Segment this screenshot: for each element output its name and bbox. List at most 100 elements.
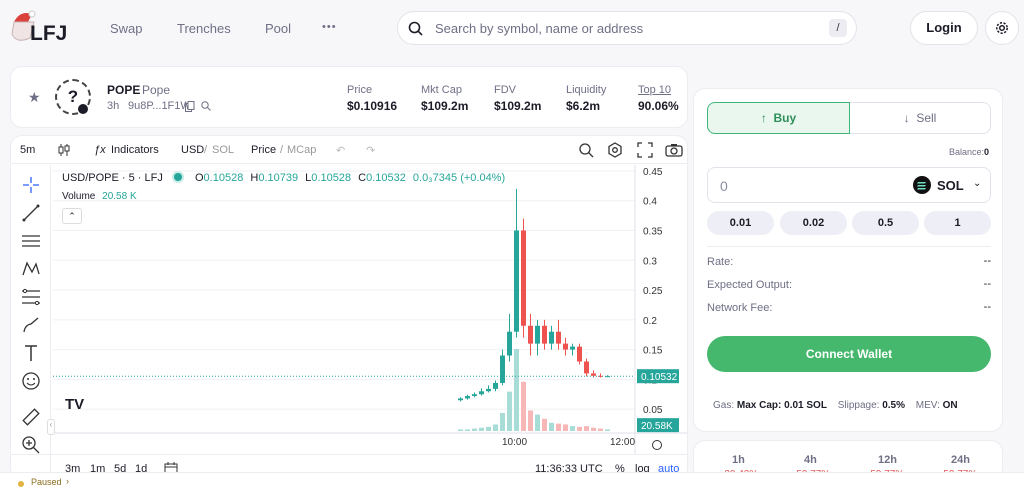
text-tool-icon[interactable] (21, 343, 41, 363)
emoji-icon[interactable] (21, 371, 41, 391)
token-address: 9u8P...1F1W (128, 100, 191, 112)
preset-1[interactable]: 1 (924, 211, 991, 235)
candlestick-chart[interactable]: 0.450.40.350.30.250.20.150.10.050.105322… (53, 165, 688, 455)
candle-body (472, 394, 477, 397)
nav-more[interactable]: ••• (322, 21, 337, 33)
volume-bar (591, 427, 596, 431)
nav-trenches[interactable]: Trenches (177, 21, 231, 36)
candle-body (458, 398, 463, 401)
favorite-star-icon[interactable]: ★ (28, 89, 41, 106)
volume-bar (584, 426, 589, 431)
fib-icon[interactable] (21, 287, 41, 307)
sell-tab[interactable]: ↓ Sell (850, 102, 991, 134)
ruler-icon[interactable] (21, 407, 41, 427)
mev-value: ON (942, 400, 958, 411)
rate-label: Rate: (707, 256, 734, 268)
tf-1h[interactable]: 1h (732, 454, 745, 466)
mode-mcap[interactable]: MCap (287, 144, 316, 156)
sell-label: Sell (916, 111, 937, 125)
search-bar[interactable]: Search by symbol, name or address / (397, 11, 857, 45)
output-label: Expected Output: (707, 279, 792, 291)
stat-label: Liquidity (566, 84, 607, 96)
candle-body (521, 230, 526, 326)
stat-liquidity: Liquidity $6.2m (566, 84, 606, 113)
stat-label[interactable]: Top 10 (638, 84, 679, 96)
volume-bar (493, 424, 498, 431)
search-shortcut: / (829, 19, 847, 37)
paused-status[interactable]: Paused (31, 477, 62, 487)
candle-body (493, 382, 498, 389)
volume-bar (605, 429, 610, 431)
brush-icon[interactable] (21, 315, 41, 335)
candles-icon[interactable] (58, 143, 70, 157)
pattern-icon[interactable] (21, 259, 41, 279)
crosshair-icon[interactable] (21, 175, 41, 195)
mode-price[interactable]: Price (251, 144, 276, 156)
zoom-in-icon[interactable] (21, 435, 41, 455)
copy-icon[interactable] (185, 101, 195, 112)
camera-icon[interactable] (665, 142, 683, 158)
volume-bar (528, 410, 533, 431)
candle-body (577, 346, 582, 362)
y-tick-label: 0.4 (643, 197, 657, 208)
trendline-icon[interactable] (21, 203, 41, 223)
volume-bar (500, 412, 505, 431)
redo-icon[interactable]: ↷ (366, 144, 375, 157)
token-select-label: SOL (937, 178, 964, 193)
candle-body (542, 325, 547, 344)
candle-body (556, 331, 561, 344)
stat-top10[interactable]: Top 10 90.06% (638, 84, 679, 113)
output-value: -- (983, 278, 991, 290)
buy-tab[interactable]: ↑ Buy (707, 102, 850, 134)
interval-select[interactable]: 5m (20, 144, 35, 156)
token-select[interactable]: SOL ⌄ (913, 176, 985, 196)
stat-price: Price $0.10916 (347, 84, 397, 113)
amount-field[interactable]: 0 SOL ⌄ (707, 167, 991, 203)
lfj-logo[interactable]: LFJ (10, 8, 82, 48)
stat-value: 90.06% (638, 99, 679, 113)
tf-12h[interactable]: 12h (878, 454, 897, 466)
preset-0-01[interactable]: 0.01 (707, 211, 774, 235)
balance-label: Balance: (948, 147, 984, 157)
gear-icon (996, 22, 1008, 34)
replay-icon[interactable] (578, 142, 594, 158)
token-symbol: POPE (107, 83, 141, 97)
expand-status-icon[interactable]: › (66, 476, 69, 486)
currency-usd[interactable]: USD (181, 144, 204, 156)
fullscreen-icon[interactable] (637, 142, 653, 158)
search-icon (408, 21, 423, 36)
nav-swap[interactable]: Swap (110, 21, 143, 36)
login-button[interactable]: Login (910, 11, 978, 45)
fee-label: Network Fee: (707, 302, 773, 314)
tf-4h[interactable]: 4h (804, 454, 817, 466)
token-header: ★ ? POPE Pope 3h 9u8P...1F1W Price $0.109… (10, 66, 688, 128)
nav-pool[interactable]: Pool (265, 21, 291, 36)
undo-icon[interactable]: ↶ (336, 144, 345, 157)
collapse-toolbar-button[interactable]: ‹ (47, 419, 55, 435)
preset-0-5[interactable]: 0.5 (852, 211, 919, 235)
tf-24h[interactable]: 24h (951, 454, 970, 466)
volume-bar (514, 349, 519, 431)
currency-sol[interactable]: SOL (212, 144, 234, 156)
fee-value: -- (983, 301, 991, 313)
candle-body (479, 391, 484, 395)
stat-value: $109.2m (421, 99, 469, 113)
search-input[interactable]: Search by symbol, name or address (435, 21, 643, 36)
amount-input[interactable]: 0 (720, 178, 728, 194)
settings-button[interactable] (985, 11, 1019, 45)
y-tick-label: 0.45 (643, 167, 663, 178)
chain-badge-icon (77, 103, 89, 115)
chart-settings-icon[interactable] (607, 142, 623, 158)
indicators-button[interactable]: Indicators (111, 144, 159, 156)
gas-settings[interactable]: Gas: Max Cap: 0.01 SOL Slippage: 0.5% ME… (713, 400, 958, 411)
volume-bar (535, 414, 540, 431)
balance-value: 0 (983, 147, 989, 157)
mode-sep: / (280, 144, 284, 156)
connect-wallet-button[interactable]: Connect Wallet (707, 336, 991, 372)
volume-bar (465, 429, 470, 431)
chart-panel: 5m ƒx Indicators USD / SOL Price / MCap … (10, 135, 688, 480)
tradingview-logo[interactable]: TV (65, 396, 84, 413)
horizontal-lines-icon[interactable] (21, 231, 41, 251)
search-address-icon[interactable] (201, 101, 211, 111)
preset-0-02[interactable]: 0.02 (780, 211, 847, 235)
